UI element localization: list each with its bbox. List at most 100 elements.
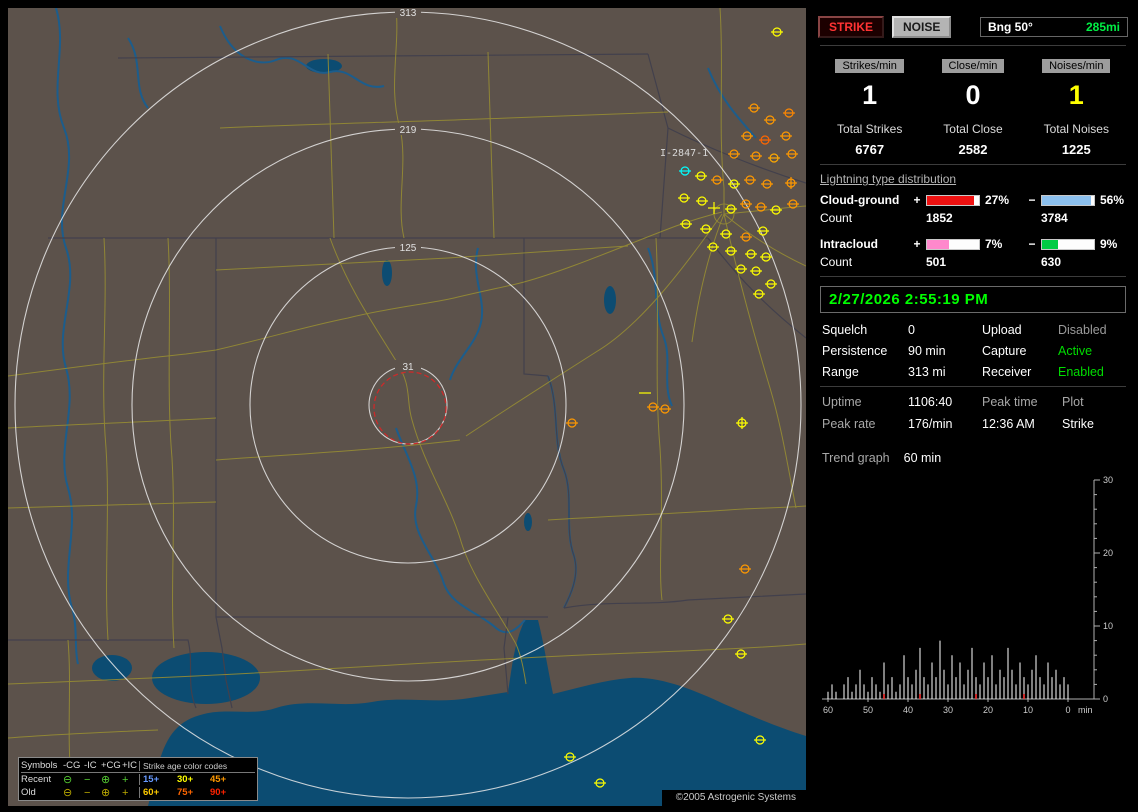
count-label: Count bbox=[820, 211, 853, 225]
upload-status: Disabled bbox=[1058, 323, 1107, 337]
rivers bbox=[55, 8, 757, 665]
close-per-min-column: Close/min 0 Total Close 2582 bbox=[921, 58, 1024, 157]
legend-row-label: Recent bbox=[21, 774, 52, 785]
minus-sign: − bbox=[1028, 193, 1036, 207]
count-label: Count bbox=[820, 255, 853, 269]
age-code: 30+ bbox=[177, 774, 194, 785]
svg-text:31: 31 bbox=[402, 362, 414, 373]
datetime-value: 2/27/2026 2:55:19 PM bbox=[829, 291, 989, 308]
legend-header: Symbols -CG -IC +CG +IC Strike age color… bbox=[21, 759, 255, 773]
capture-label: Capture bbox=[982, 344, 1027, 358]
intracloud-count-row: Count 501 630 bbox=[820, 255, 1126, 269]
svg-text:313: 313 bbox=[400, 8, 417, 19]
receiver-status: Enabled bbox=[1058, 365, 1104, 379]
bearing-distance: 285mi bbox=[1085, 20, 1120, 34]
age-code: 60+ bbox=[139, 787, 177, 798]
divider bbox=[820, 276, 1126, 277]
svg-text:60: 60 bbox=[823, 705, 833, 715]
divider bbox=[820, 164, 1126, 165]
strike-symbols bbox=[564, 27, 799, 788]
uptime-label: Uptime bbox=[822, 395, 862, 409]
age-code: 75+ bbox=[177, 787, 194, 798]
total-close-value: 2582 bbox=[958, 142, 988, 157]
persistence-label: Persistence bbox=[822, 344, 888, 358]
age-code: 45+ bbox=[210, 774, 227, 785]
minus-sign: − bbox=[1028, 237, 1036, 251]
divider bbox=[820, 45, 1126, 46]
strikes-per-min-label: Strikes/min bbox=[835, 59, 904, 73]
uptime-value: 1106:40 bbox=[908, 395, 953, 409]
radar-map[interactable]: 31 125 219 313 I-2847-1 Symbols -CG -IC +CG… bbox=[8, 8, 806, 806]
total-strikes-value: 6767 bbox=[855, 142, 885, 157]
capture-status: Active bbox=[1058, 344, 1093, 358]
svg-text:min: min bbox=[1078, 705, 1093, 715]
storm-cell-label: I-2847-1 bbox=[660, 148, 708, 159]
svg-text:10: 10 bbox=[1103, 621, 1113, 631]
ic-negative-pct: 9% bbox=[1100, 237, 1118, 251]
peak-rate-label: Peak rate bbox=[822, 417, 876, 431]
svg-text:20: 20 bbox=[1103, 548, 1113, 558]
squelch-value: 0 bbox=[908, 323, 915, 337]
status-section: Uptime 1106:40 Peak time Plot Peak rate … bbox=[822, 395, 1124, 431]
legend-age-title: Strike age color codes bbox=[139, 760, 243, 771]
ic-positive-bar bbox=[926, 238, 980, 250]
ic-negative-count: 630 bbox=[1041, 255, 1062, 269]
total-strikes-label: Total Strikes bbox=[836, 122, 903, 136]
copyright: ©2005 Astrogenic Systems bbox=[661, 790, 806, 806]
svg-text:219: 219 bbox=[400, 125, 417, 136]
upload-label: Upload bbox=[982, 323, 1022, 337]
svg-text:50: 50 bbox=[863, 705, 873, 715]
noises-per-min-value: 1 bbox=[1068, 80, 1084, 110]
divider bbox=[820, 386, 1126, 387]
neg-cg-symbol: ⊖ bbox=[63, 773, 73, 786]
trend-graph-label: Trend graph bbox=[822, 451, 890, 465]
svg-text:40: 40 bbox=[903, 705, 913, 715]
pos-ic-symbol: + bbox=[122, 773, 129, 786]
pos-cg-symbol: ⊕ bbox=[101, 786, 111, 799]
legend-col-nic: -IC bbox=[84, 760, 97, 771]
noise-mode-button[interactable]: NOISE bbox=[892, 16, 952, 38]
legend-col-pic: +IC bbox=[122, 760, 138, 771]
settings-section: Squelch 0 Upload Disabled Persistence 90… bbox=[822, 323, 1124, 379]
close-per-min-label: Close/min bbox=[941, 59, 1005, 73]
svg-text:0: 0 bbox=[1065, 705, 1070, 715]
strike-mode-button[interactable]: STRIKE bbox=[818, 16, 885, 38]
rates-section: Strikes/min 1 Total Strikes 6767 Close/m… bbox=[818, 58, 1128, 157]
plot-value: Strike bbox=[1062, 417, 1094, 431]
plus-sign: + bbox=[913, 193, 921, 207]
legend-box: Symbols -CG -IC +CG +IC Strike age color… bbox=[18, 757, 258, 801]
pos-ic-symbol: + bbox=[122, 786, 129, 799]
svg-text:20: 20 bbox=[983, 705, 993, 715]
cg-negative-count: 3784 bbox=[1041, 211, 1068, 225]
legend-symbols-title: Symbols bbox=[21, 760, 58, 771]
ic-negative-bar bbox=[1041, 238, 1095, 250]
ic-positive-count: 501 bbox=[926, 255, 947, 269]
cloud-ground-count-row: Count 1852 3784 bbox=[820, 211, 1126, 225]
svg-text:0: 0 bbox=[1103, 694, 1108, 704]
water-bodies bbox=[92, 59, 806, 806]
total-noises-value: 1225 bbox=[1061, 142, 1091, 157]
squelch-label: Squelch bbox=[822, 323, 868, 337]
distribution-title: Lightning type distribution bbox=[820, 172, 957, 186]
total-noises-label: Total Noises bbox=[1043, 122, 1109, 136]
cg-positive-bar bbox=[926, 194, 980, 206]
plus-sign: + bbox=[913, 237, 921, 251]
persistence-value: 90 min bbox=[908, 344, 946, 358]
noises-per-min-column: Noises/min 1 Total Noises 1225 bbox=[1025, 58, 1128, 157]
range-label: Range bbox=[822, 365, 859, 379]
trend-header: Trend graph 60 min bbox=[822, 451, 1124, 465]
bearing-label: Bng 50° bbox=[988, 20, 1033, 34]
cg-negative-bar bbox=[1041, 194, 1095, 206]
svg-text:30: 30 bbox=[943, 705, 953, 715]
trend-graph-window: 60 min bbox=[903, 451, 942, 465]
strikes-per-min-column: Strikes/min 1 Total Strikes 6767 bbox=[818, 58, 921, 157]
legend-row-label: Old bbox=[21, 787, 36, 798]
app-window: 31 125 219 313 I-2847-1 Symbols -CG -IC +CG… bbox=[0, 0, 1138, 812]
cg-negative-pct: 56% bbox=[1100, 193, 1125, 207]
svg-text:125: 125 bbox=[400, 243, 417, 254]
legend-col-ncg: -CG bbox=[63, 760, 81, 771]
range-value: 313 mi bbox=[908, 365, 946, 379]
datetime-box: 2/27/2026 2:55:19 PM bbox=[820, 286, 1126, 313]
mode-toolbar: STRIKE NOISE Bng 50° 285mi bbox=[818, 16, 1128, 38]
intracloud-label: Intracloud bbox=[820, 237, 879, 251]
